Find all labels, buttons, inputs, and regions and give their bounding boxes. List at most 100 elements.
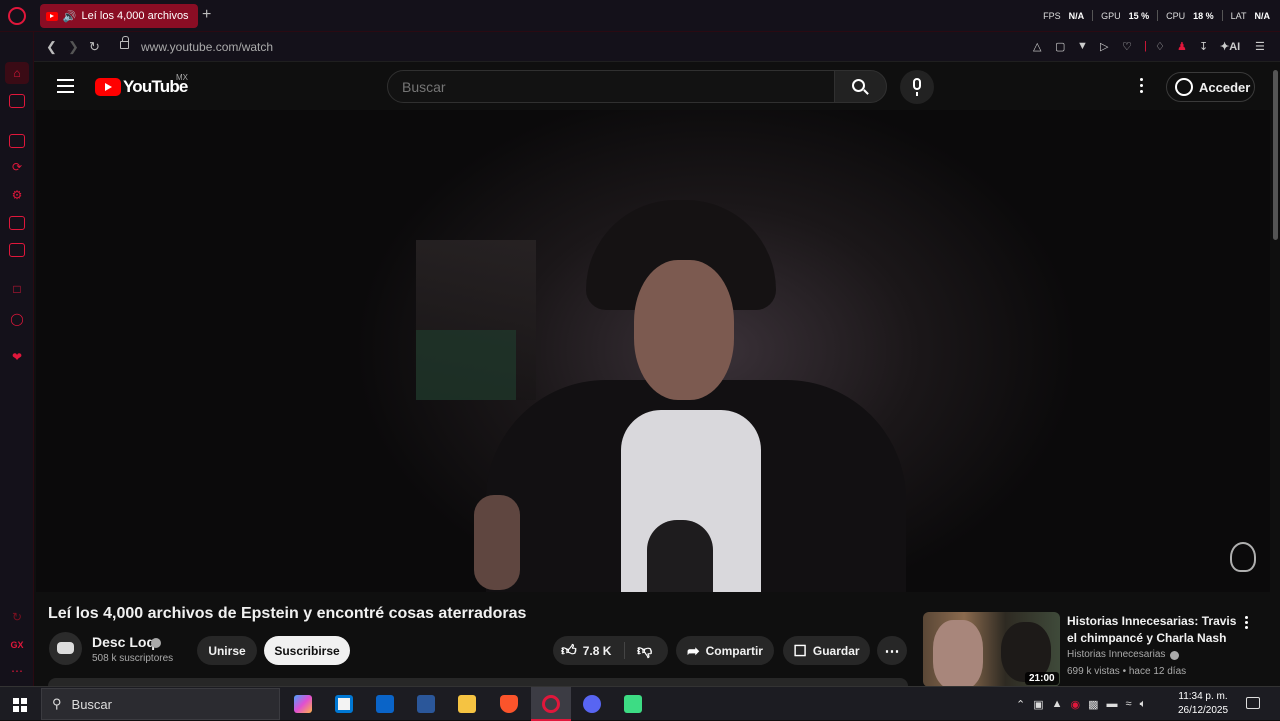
- hud-divider: [1221, 10, 1223, 21]
- url-field[interactable]: www.youtube.com/watch: [141, 40, 273, 54]
- opera-gx-logo-icon[interactable]: [8, 7, 26, 25]
- download-icon[interactable]: ↧: [1199, 40, 1208, 53]
- recommendation-title[interactable]: Historias Innecesarias: Travis el chimpa…: [1067, 613, 1239, 647]
- more-actions-button[interactable]: ⋯: [877, 636, 907, 665]
- subscribe-button[interactable]: Suscribirse: [264, 636, 350, 665]
- signin-button[interactable]: Acceder: [1166, 72, 1255, 102]
- taskbar-search-label: Buscar: [71, 696, 112, 712]
- tray-usb-icon[interactable]: ▲: [1052, 698, 1063, 710]
- share-label: Compartir: [705, 643, 763, 658]
- discord-icon[interactable]: [583, 695, 601, 713]
- pocket-icon[interactable]: ▼: [1077, 40, 1088, 52]
- sidebar-more-icon[interactable]: ⋯: [9, 664, 25, 678]
- new-tab-button[interactable]: +: [202, 6, 211, 24]
- video-player[interactable]: [36, 110, 1270, 592]
- whatsapp-icon[interactable]: ◯: [9, 312, 25, 326]
- share-button[interactable]: ➦ Compartir: [676, 636, 774, 665]
- hot-tabs-icon[interactable]: ⚙: [9, 188, 25, 202]
- video-frame-face: [634, 260, 734, 400]
- android-app-icon[interactable]: [624, 695, 642, 713]
- outlook-icon[interactable]: [376, 695, 394, 713]
- forward-icon[interactable]: ❯: [68, 39, 79, 55]
- heart-icon[interactable]: ♡: [1122, 40, 1132, 53]
- like-divider: [624, 642, 625, 659]
- snapshot-icon[interactable]: ▢: [1055, 40, 1065, 53]
- bookmark-icon: ☐: [793, 642, 807, 660]
- recommendation-more-icon[interactable]: [1245, 616, 1249, 631]
- channel-watermark-icon[interactable]: [1230, 542, 1256, 572]
- gx-corner-icon[interactable]: [9, 134, 25, 148]
- file-explorer-icon[interactable]: [458, 695, 476, 713]
- youtube-header: YouTube MX Acceder: [34, 62, 1272, 110]
- reload-icon[interactable]: ↻: [89, 39, 100, 55]
- aria-ai-button[interactable]: ✦AI: [1220, 40, 1240, 53]
- search-button[interactable]: [834, 70, 887, 103]
- youtube-logo-icon[interactable]: [95, 78, 121, 96]
- join-button[interactable]: Unirse: [197, 636, 257, 665]
- dislike-icon[interactable]: 👎︎: [637, 642, 652, 660]
- play-icon[interactable]: ▷: [1100, 40, 1108, 53]
- gx-settings-icon[interactable]: GX: [9, 638, 25, 652]
- opera-gx-icon: [542, 695, 560, 713]
- taskbar-clock[interactable]: 11:34 p. m. 26/12/2025: [1178, 690, 1228, 718]
- copilot-icon[interactable]: [294, 695, 312, 713]
- menu-icon[interactable]: ☰: [1255, 40, 1265, 53]
- like-count[interactable]: 7.8 K: [583, 644, 612, 658]
- wifi-icon[interactable]: ≈: [1126, 698, 1132, 710]
- home-icon[interactable]: ⌂: [5, 62, 29, 84]
- gx-radio-icon[interactable]: [9, 216, 25, 230]
- system-tray: ⌃ ▣ ▲ ◉ ▩ ▬ ≈ 🔈︎: [1016, 687, 1146, 721]
- lock-icon: [120, 36, 129, 49]
- volume-icon[interactable]: 🔈︎: [1140, 698, 1147, 711]
- microsoft-store-icon[interactable]: [335, 695, 353, 713]
- favorites-heart-icon[interactable]: ❤: [9, 350, 25, 364]
- channel-name[interactable]: Desc Loq: [92, 634, 155, 650]
- profile-icon[interactable]: ♟: [1177, 40, 1187, 53]
- word-icon[interactable]: [417, 695, 435, 713]
- video-frame-microphone: [647, 520, 713, 592]
- settings-more-icon[interactable]: [1140, 78, 1144, 94]
- notification-icon[interactable]: [1246, 697, 1260, 709]
- windows-start-icon[interactable]: [13, 698, 27, 712]
- tray-battery-icon[interactable]: ▬: [1107, 698, 1118, 710]
- page-scrollbar[interactable]: [1272, 62, 1280, 686]
- cleaner-icon[interactable]: ⟳: [9, 160, 25, 174]
- more-horizontal-icon: ⋯: [884, 642, 900, 660]
- video-frame-box: [416, 330, 516, 400]
- like-icon[interactable]: 👍︎: [561, 642, 577, 660]
- tray-expand-icon[interactable]: ⌃: [1016, 698, 1025, 711]
- video-duration: 21:00: [1025, 672, 1059, 685]
- taskbar-search[interactable]: ⚲ Buscar: [41, 688, 280, 720]
- extensions-icon[interactable]: ♢: [1155, 40, 1165, 53]
- address-bar: ❮ ❯ ↻ www.youtube.com/watch △ ▢ ▼ ▷ ♡ | …: [34, 32, 1280, 62]
- browser-tab-active[interactable]: 🔊 Leí los 4,000 archivos: [40, 4, 198, 28]
- twitch-icon[interactable]: □: [9, 282, 25, 296]
- save-button[interactable]: ☐ Guardar: [783, 636, 870, 665]
- messenger-icon[interactable]: [9, 243, 25, 257]
- pin-icon[interactable]: △: [1033, 40, 1041, 53]
- clock-time: 11:34 p. m.: [1178, 691, 1228, 702]
- speaker-icon[interactable]: 🔊: [63, 10, 77, 23]
- scrollbar-thumb[interactable]: [1273, 70, 1278, 240]
- gx-control-icon[interactable]: [9, 94, 25, 108]
- voice-search-button[interactable]: [900, 70, 934, 104]
- history-icon[interactable]: ↻: [9, 610, 25, 624]
- taskbar-opera-active[interactable]: [531, 687, 571, 721]
- brave-icon[interactable]: [500, 695, 518, 713]
- hamburger-menu-icon[interactable]: [57, 79, 74, 93]
- share-icon: ➦: [687, 642, 700, 660]
- lat-label: LAT: [1230, 10, 1247, 21]
- tray-opera-icon[interactable]: ◉: [1071, 698, 1081, 711]
- back-icon[interactable]: ❮: [46, 39, 57, 55]
- divider-icon: |: [1144, 40, 1147, 52]
- save-label: Guardar: [812, 643, 860, 658]
- tray-app-icon[interactable]: ▣: [1033, 698, 1043, 711]
- channel-avatar[interactable]: [49, 632, 82, 665]
- lat-value: N/A: [1254, 10, 1271, 21]
- join-label: Unirse: [208, 643, 246, 658]
- tray-display-icon[interactable]: ▩: [1088, 698, 1098, 711]
- video-frame-hand: [474, 495, 520, 590]
- search-input[interactable]: [387, 70, 835, 103]
- recommendation-channel[interactable]: Historias Innecesarias: [1067, 649, 1165, 660]
- fps-value: N/A: [1068, 10, 1085, 21]
